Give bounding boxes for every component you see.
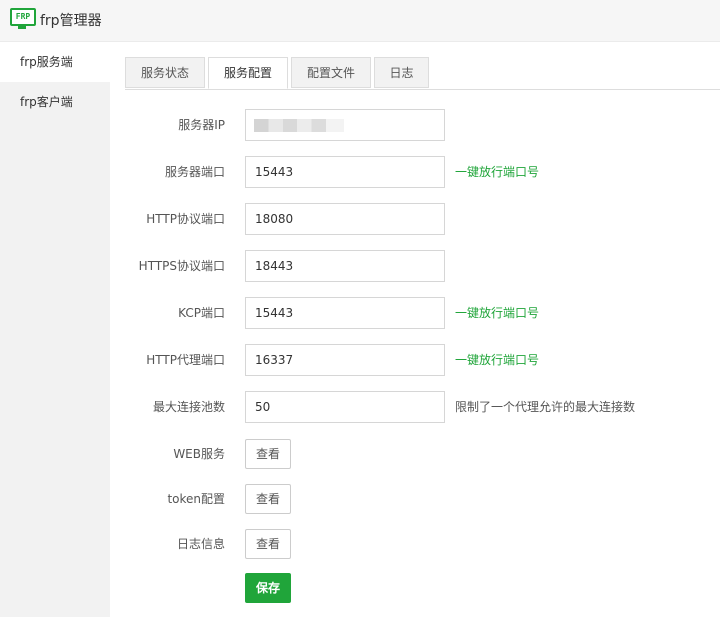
http-proxy-port-input[interactable]: 16337 bbox=[245, 344, 445, 376]
open-http-proxy-port-link[interactable]: 一键放行端口号 bbox=[455, 344, 539, 376]
tab-service-status[interactable]: 服务状态 bbox=[125, 57, 205, 88]
monitor-stand bbox=[18, 26, 26, 29]
save-button[interactable]: 保存 bbox=[245, 573, 291, 603]
title-bar: FRP frp管理器 bbox=[0, 0, 720, 42]
max-pool-label: 最大连接池数 bbox=[152, 400, 225, 414]
max-pool-input[interactable]: 50 bbox=[245, 391, 445, 423]
https-port-label: HTTPS协议端口 bbox=[138, 259, 225, 273]
server-ip-label: 服务器IP bbox=[178, 118, 225, 132]
token-config-view-button[interactable]: 查看 bbox=[245, 484, 291, 514]
log-info-label: 日志信息 bbox=[176, 537, 225, 551]
http-port-label: HTTP协议端口 bbox=[146, 212, 225, 226]
kcp-port-label: KCP端口 bbox=[178, 306, 225, 320]
tab-config-file[interactable]: 配置文件 bbox=[291, 57, 371, 88]
server-ip-input[interactable] bbox=[245, 109, 445, 141]
max-pool-hint: 限制了一个代理允许的最大连接数 bbox=[455, 400, 636, 414]
https-port-input[interactable]: 18443 bbox=[245, 250, 445, 282]
server-port-label: 服务器端口 bbox=[164, 165, 225, 179]
http-proxy-port-label: HTTP代理端口 bbox=[146, 353, 225, 367]
open-kcp-port-link[interactable]: 一键放行端口号 bbox=[455, 297, 539, 329]
web-service-view-button[interactable]: 查看 bbox=[245, 439, 291, 469]
log-info-view-button[interactable]: 查看 bbox=[245, 529, 291, 559]
web-service-label: WEB服务 bbox=[173, 447, 225, 461]
token-config-label: token配置 bbox=[167, 492, 225, 506]
sidebar-item-frp-server[interactable]: frp服务端 bbox=[0, 42, 110, 82]
server-port-input[interactable]: 15443 bbox=[245, 156, 445, 188]
sidebar-item-frp-client[interactable]: frp客户端 bbox=[0, 82, 110, 122]
sidebar: frp服务端 frp客户端 bbox=[0, 42, 110, 617]
kcp-port-input[interactable]: 15443 bbox=[245, 297, 445, 329]
app-title: frp管理器 bbox=[40, 13, 102, 29]
open-server-port-link[interactable]: 一键放行端口号 bbox=[455, 156, 539, 188]
tab-log[interactable]: 日志 bbox=[374, 57, 429, 88]
tab-bar: 服务状态 服务配置 配置文件 日志 bbox=[125, 57, 720, 90]
redacted-ip bbox=[254, 119, 344, 132]
frp-monitor-icon: FRP bbox=[10, 8, 36, 26]
http-port-input[interactable]: 18080 bbox=[245, 203, 445, 235]
tab-service-config[interactable]: 服务配置 bbox=[208, 57, 288, 89]
